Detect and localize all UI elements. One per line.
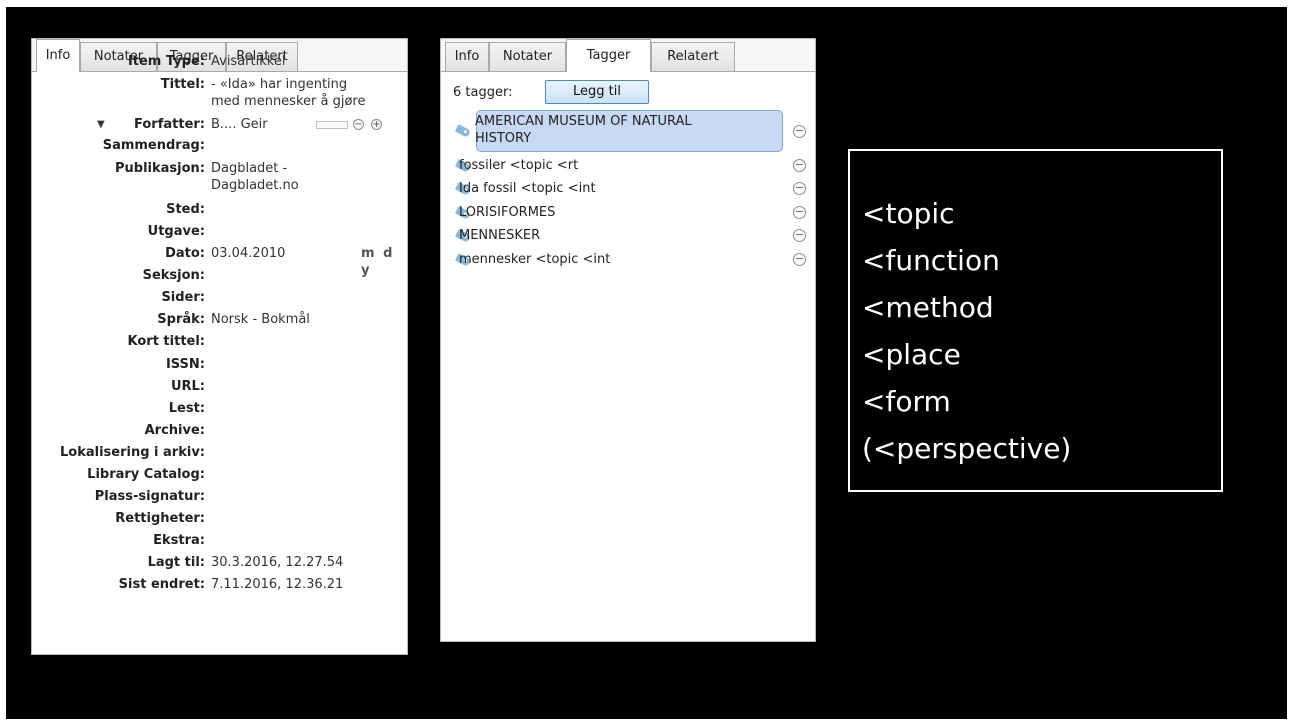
item-type-value[interactable]: Avisartikkel [211,53,399,70]
tab-related[interactable]: Relatert [651,42,735,71]
field-label: Publikasjon: [115,161,205,176]
field-label: Lest: [168,401,205,416]
field-label: Sammendrag: [102,138,205,153]
field-label: Lagt til: [147,555,205,570]
remove-tag-icon[interactable]: − [793,253,806,266]
field-label: Forfatter: [134,117,205,132]
field-label: Utgave: [147,224,205,239]
tag-item[interactable]: fossiler <topic <rt − [441,157,815,175]
tab-info[interactable]: Info [36,39,80,72]
remove-tag-icon[interactable]: − [793,182,806,195]
remove-tag-icon[interactable]: − [793,229,806,242]
tag-icon [454,124,472,138]
field-label: ISSN: [165,357,205,372]
add-author-icon[interactable]: + [371,119,382,130]
author-mode-toggle[interactable] [316,121,348,129]
field-label: Lokalisering i arkiv: [60,445,205,460]
remove-tag-icon[interactable]: − [793,125,806,138]
tag-item[interactable]: MENNESKER − [441,227,815,245]
annotation-line: <place [862,338,961,371]
field-label: Sist endret: [118,577,205,592]
tag-label[interactable]: AMERICAN MUSEUM OF NATURAL HISTORY [475,113,692,147]
field-label: Plass-signatur: [94,489,205,504]
tab-tags[interactable]: Tagger [566,39,651,72]
field-label: Archive: [144,423,205,438]
annotation-line: (<perspective) [862,432,1072,465]
field-label: Rettigheter: [115,511,205,526]
tab-info[interactable]: Info [445,42,489,71]
annotation-line: <topic [862,197,955,230]
tag-item[interactable]: Ida fossil <topic <int − [441,180,815,198]
tag-item[interactable]: LORISIFORMES − [441,204,815,222]
field-label: Dato: [165,246,205,261]
field-label: Seksjon: [142,268,205,283]
tag-label[interactable]: Ida fossil <topic <int [459,180,596,197]
language-value[interactable]: Norsk - Bokmål [211,311,399,328]
field-label: URL: [170,379,205,394]
annotation-line: <function [862,244,1000,277]
annotation-box: <topic <function <method <place <form (<… [848,149,1223,492]
tag-count-label: 6 tagger: [453,85,513,100]
add-tag-button[interactable]: Legg til [545,80,649,104]
tag-label[interactable]: LORISIFORMES [459,204,555,221]
date-format-indicator: m d y [361,246,395,278]
field-label: Kort tittel: [127,334,206,349]
tag-label[interactable]: MENNESKER [459,227,540,244]
tags-pane: Info Notater Tagger Relatert 6 tagger: L… [440,38,816,642]
tag-label[interactable]: mennesker <topic <int [459,251,610,268]
field-label: Språk: [157,312,205,327]
annotation-line: <form [862,385,951,418]
field-label: Ekstra: [153,533,205,548]
tab-bar: Info Notater Tagger Relatert [441,39,815,72]
tag-item[interactable]: mennesker <topic <int − [441,251,815,269]
annotation-line: <method [862,291,994,324]
date-added-value: 30.3.2016, 12.27.54 [211,555,344,570]
field-label: Sider: [161,290,205,305]
publication-value[interactable]: Dagbladet - Dagbladet.no [211,160,399,194]
field-label: Library Catalog: [87,467,205,482]
item-info-pane: Info Notater Tagger Relatert Item Type: … [31,38,408,655]
title-value[interactable]: - «Ida» har ingenting med mennesker å gj… [211,76,399,110]
field-label: Tittel: [160,77,205,92]
remove-tag-icon[interactable]: − [793,206,806,219]
tag-item[interactable]: AMERICAN MUSEUM OF NATURAL HISTORY − [441,113,815,151]
field-label: Sted: [166,202,205,217]
date-modified-value: 7.11.2016, 12.36.21 [211,577,344,592]
remove-tag-icon[interactable]: − [793,159,806,172]
remove-author-icon[interactable]: − [353,119,364,130]
tag-label[interactable]: fossiler <topic <rt [459,157,578,174]
tab-notes[interactable]: Notater [489,42,566,71]
